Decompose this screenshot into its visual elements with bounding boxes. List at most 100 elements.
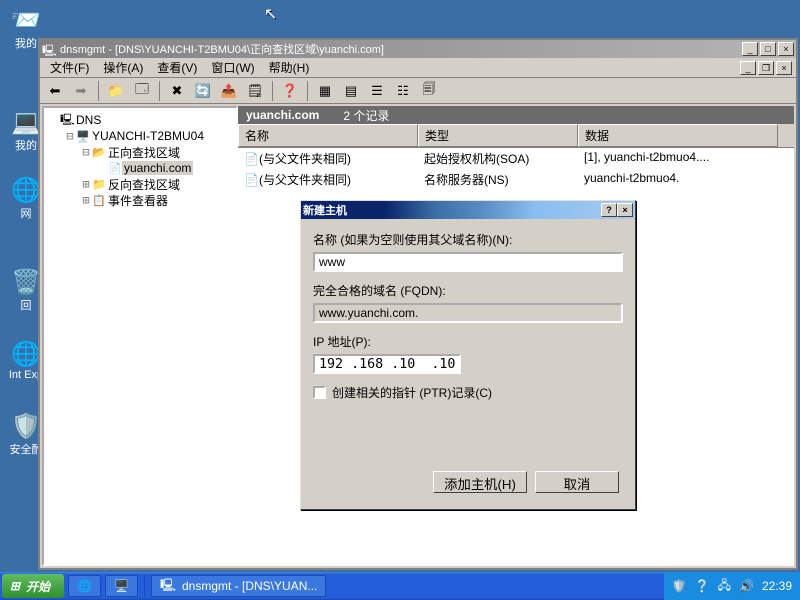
tree-node-label: 反向查找区域 bbox=[106, 176, 182, 193]
ip-input[interactable] bbox=[313, 354, 461, 374]
tree-expander[interactable]: ⊟ bbox=[64, 129, 76, 143]
scope-tree[interactable]: 🖳DNS⊟🖥️YUANCHI-T2BMU04⊟📂正向查找区域📄yuanchi.c… bbox=[42, 106, 238, 566]
desktop-icon-label: 我的 bbox=[15, 38, 37, 50]
dialog-help-button[interactable]: ? bbox=[601, 203, 617, 217]
record-icon: 📄 bbox=[244, 152, 259, 166]
ptr-checkbox[interactable] bbox=[313, 386, 326, 399]
view-small-button[interactable]: ▤ bbox=[340, 80, 362, 102]
add-host-button[interactable]: 添加主机(H) bbox=[433, 471, 527, 493]
desktop-icon-label: 网 bbox=[21, 208, 32, 220]
ptr-label: 创建相关的指针 (PTR)记录(C) bbox=[332, 384, 492, 401]
delete-button[interactable]: ✖ bbox=[166, 80, 188, 102]
tree-node[interactable]: ⊞📋事件查看器 bbox=[48, 192, 232, 208]
back-button[interactable]: ⬅ bbox=[44, 80, 66, 102]
window-title: dnsmgmt - [DNS\YUANCHI-T2BMU04\正向查找区域\yu… bbox=[60, 41, 742, 57]
zone-header: yuanchi.com 2 个记录 bbox=[238, 106, 794, 124]
desktop-icon-label: 回 bbox=[21, 300, 32, 312]
tree-node-label: YUANCHI-T2BMU04 bbox=[90, 129, 206, 143]
forward-button[interactable]: ➡ bbox=[70, 80, 92, 102]
start-button[interactable]: ⊞ 开始 bbox=[2, 574, 64, 598]
list-header[interactable]: 名称类型数据 bbox=[238, 124, 794, 148]
tree-node[interactable]: ⊟📂正向查找区域 bbox=[48, 144, 232, 160]
record-row[interactable]: 📄(与父文件夹相同)起始授权机构(SOA)[1], yuanchi-t2bmuo… bbox=[238, 148, 794, 169]
ip-label: IP 地址(P): bbox=[313, 333, 623, 350]
watermark: 51CTO.com bbox=[705, 552, 794, 570]
column-header[interactable]: 类型 bbox=[418, 124, 578, 147]
filter-button[interactable]: 🗐 bbox=[418, 80, 440, 102]
app-icon: 🖳 bbox=[42, 42, 56, 56]
record-data: [1], yuanchi-t2bmuo4.... bbox=[578, 149, 778, 168]
record-name: (与父文件夹相同) bbox=[259, 152, 351, 166]
tree-node-icon: 🖥️ bbox=[76, 130, 90, 143]
name-input[interactable] bbox=[313, 252, 623, 272]
tree-node-icon: 📄 bbox=[108, 162, 122, 175]
toolbar-separator bbox=[307, 81, 308, 101]
maximize-button[interactable]: □ bbox=[760, 42, 776, 56]
dialog-title: 新建主机 bbox=[303, 202, 347, 218]
quicklaunch-ie[interactable]: 🌐 bbox=[68, 575, 101, 597]
dialog-close-button[interactable]: × bbox=[617, 203, 633, 217]
show-hide-tree-button[interactable]: 🗔 bbox=[131, 80, 153, 102]
toolbar-separator bbox=[159, 81, 160, 101]
export-button[interactable]: 📤 bbox=[218, 80, 240, 102]
system-tray[interactable]: 🛡️ ❔ 🖧 🔊 22:39 bbox=[664, 572, 800, 600]
tree-node[interactable]: 🖳DNS bbox=[48, 112, 232, 128]
desktop-icon-glyph: 📨 bbox=[6, 6, 46, 35]
record-data: yuanchi-t2bmuo4. bbox=[578, 170, 778, 189]
tree-expander[interactable]: ⊟ bbox=[80, 145, 92, 159]
desktop-icon-label: 我的 bbox=[15, 140, 37, 152]
tray-security-icon[interactable]: 🛡️ bbox=[672, 579, 687, 593]
taskbar-separator bbox=[144, 575, 145, 597]
tree-node[interactable]: ⊞📁反向查找区域 bbox=[48, 176, 232, 192]
properties-button[interactable]: 🗒 bbox=[244, 80, 266, 102]
task-app-icon: 🖳 bbox=[160, 576, 176, 597]
tree-node-icon: 📂 bbox=[92, 146, 106, 159]
task-label: dnsmgmt - [DNS\YUAN... bbox=[182, 579, 317, 593]
tree-expander[interactable]: ⊞ bbox=[80, 177, 92, 191]
mdi-close-button[interactable]: × bbox=[776, 61, 792, 75]
taskbar: ⊞ 开始 🌐 🖥️ 🖳 dnsmgmt - [DNS\YUAN... 🛡️ ❔ … bbox=[0, 572, 800, 600]
tree-node-icon: 🖳 bbox=[60, 111, 74, 130]
tree-expander[interactable]: ⊞ bbox=[80, 193, 92, 207]
menu-window[interactable]: 窗口(W) bbox=[205, 57, 260, 78]
view-detail-button[interactable]: ☷ bbox=[392, 80, 414, 102]
view-list-button[interactable]: ☰ bbox=[366, 80, 388, 102]
close-button[interactable]: × bbox=[778, 42, 794, 56]
view-large-button[interactable]: ▦ bbox=[314, 80, 336, 102]
dialog-titlebar[interactable]: 新建主机 ? × bbox=[301, 201, 635, 219]
toolbar-separator bbox=[272, 81, 273, 101]
toolbar-separator bbox=[98, 81, 99, 101]
help-button[interactable]: ❓ bbox=[279, 80, 301, 102]
window-titlebar[interactable]: 🖳 dnsmgmt - [DNS\YUANCHI-T2BMU04\正向查找区域\… bbox=[40, 40, 796, 58]
column-header[interactable]: 名称 bbox=[238, 124, 418, 147]
tray-help-icon[interactable]: ❔ bbox=[695, 579, 710, 593]
mdi-minimize-button[interactable]: _ bbox=[740, 61, 756, 75]
up-button[interactable]: 📁 bbox=[105, 80, 127, 102]
menu-file[interactable]: 文件(F) bbox=[44, 57, 95, 78]
menu-action[interactable]: 操作(A) bbox=[97, 57, 149, 78]
tree-node-label: 事件查看器 bbox=[106, 192, 170, 209]
tray-network-icon[interactable]: 🖧 bbox=[718, 576, 731, 597]
minimize-button[interactable]: _ bbox=[742, 42, 758, 56]
record-icon: 📄 bbox=[244, 173, 259, 187]
tree-node[interactable]: ⊟🖥️YUANCHI-T2BMU04 bbox=[48, 128, 232, 144]
tree-node[interactable]: 📄yuanchi.com bbox=[48, 160, 232, 176]
menu-view[interactable]: 查看(V) bbox=[151, 57, 203, 78]
refresh-button[interactable]: 🔄 bbox=[192, 80, 214, 102]
zone-name: yuanchi.com bbox=[246, 108, 319, 122]
tree-node-icon: 📋 bbox=[92, 194, 106, 207]
tray-volume-icon[interactable]: 🔊 bbox=[739, 579, 754, 593]
column-header[interactable]: 数据 bbox=[578, 124, 778, 147]
tray-clock[interactable]: 22:39 bbox=[762, 579, 792, 593]
fqdn-display bbox=[313, 303, 623, 323]
tree-node-label: DNS bbox=[74, 113, 103, 127]
zone-record-count: 2 个记录 bbox=[343, 107, 389, 124]
start-label: 开始 bbox=[26, 578, 50, 595]
menu-help[interactable]: 帮助(H) bbox=[263, 57, 316, 78]
quicklaunch-desktop[interactable]: 🖥️ bbox=[105, 575, 138, 597]
mdi-restore-button[interactable]: ❐ bbox=[758, 61, 774, 75]
taskbar-task-dnsmgmt[interactable]: 🖳 dnsmgmt - [DNS\YUAN... bbox=[151, 575, 326, 597]
record-row[interactable]: 📄(与父文件夹相同)名称服务器(NS)yuanchi-t2bmuo4. bbox=[238, 169, 794, 190]
cancel-button[interactable]: 取消 bbox=[535, 471, 619, 493]
tree-node-label: yuanchi.com bbox=[122, 161, 193, 175]
